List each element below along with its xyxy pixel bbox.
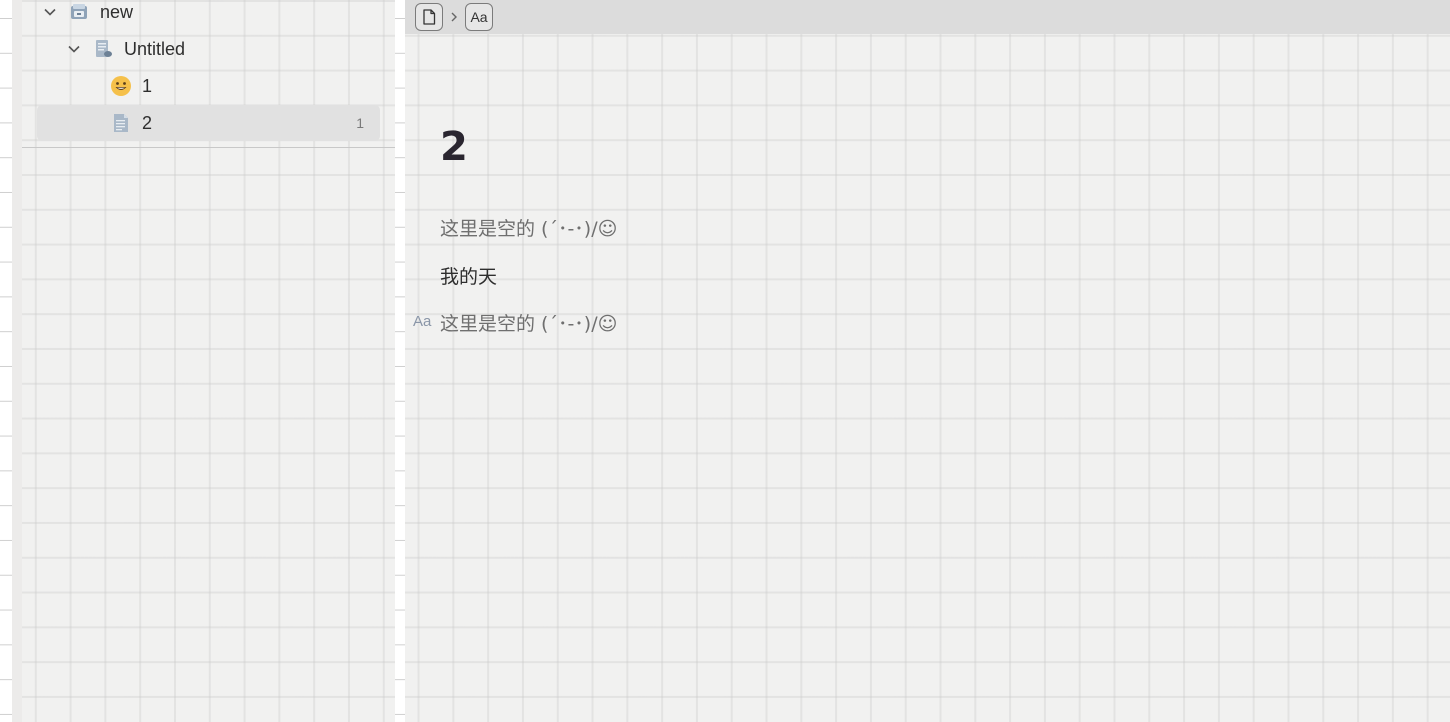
tree-item-2[interactable]: 2 1 [37,105,380,141]
document-icon [423,9,436,25]
tree-item-untitled[interactable]: Untitled [66,31,382,67]
document-icon [110,112,132,134]
tree-item-label: Untitled [124,38,186,59]
empty-block-placeholder[interactable]: 这里是空的 (´･-･)/☺ [440,309,617,336]
breadcrumb: Aa [405,0,1450,34]
smiley-emoji-icon [110,75,132,97]
chevron-right-icon [443,3,465,31]
child-count-badge: 1 [356,115,364,131]
tree-item-label: 1 [142,75,153,96]
empty-block-placeholder[interactable]: 这里是空的 (´･-･)/☺ [440,214,617,241]
block-type-handle[interactable]: Aa [413,313,431,330]
tree-item-label: 2 [142,112,153,133]
strip-ticks [395,0,405,722]
text-block[interactable]: 我的天 [440,262,497,289]
page-title[interactable]: 2 [440,124,468,170]
panel-resize-strip[interactable] [395,0,405,722]
tree-item-label: new [100,1,134,22]
sidebar-divider [22,147,395,148]
tree-item-1[interactable]: 1 [110,68,382,104]
document-stack-icon [92,38,114,60]
chevron-down-icon[interactable] [66,41,82,57]
workspace-box-icon [68,1,90,23]
sidebar: new Untitled 1 2 1 [22,0,395,722]
left-gutter [0,0,22,722]
tree-item-new[interactable]: new [42,0,382,30]
gutter-ticks [0,0,12,722]
breadcrumb-block-button[interactable]: Aa [465,3,493,31]
chevron-down-icon[interactable] [42,4,58,20]
breadcrumb-document-button[interactable] [415,3,443,31]
